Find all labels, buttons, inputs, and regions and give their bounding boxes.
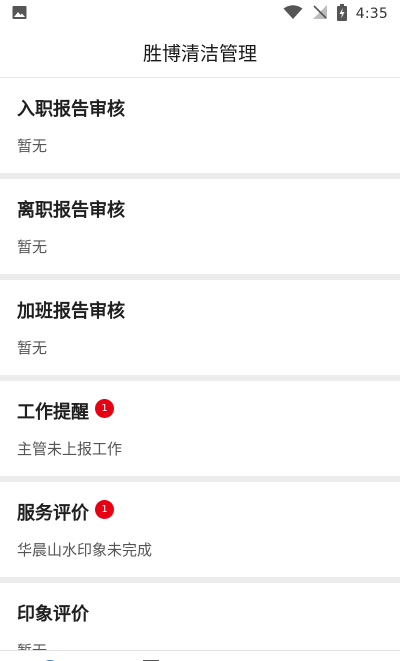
review-list: 入职报告审核 暂无 离职报告审核 暂无 加班报告审核 暂无 工作提醒 1 主管未… bbox=[0, 78, 400, 661]
notification-badge: 1 bbox=[95, 399, 114, 418]
card-title: 印象评价 bbox=[17, 604, 89, 625]
notification-badge: 1 bbox=[95, 500, 114, 519]
no-signal-icon bbox=[312, 4, 328, 24]
status-time: 4:35 bbox=[355, 6, 388, 22]
card-subtitle: 暂无 bbox=[17, 339, 48, 357]
card-resignation-review[interactable]: 离职报告审核 暂无 bbox=[0, 179, 400, 274]
card-title: 入职报告审核 bbox=[17, 99, 125, 120]
wifi-icon bbox=[283, 4, 303, 24]
card-subtitle: 暂无 bbox=[17, 137, 48, 155]
card-work-reminder[interactable]: 工作提醒 1 主管未上报工作 bbox=[0, 381, 400, 476]
home-icon[interactable] bbox=[37, 657, 63, 661]
bottom-nav bbox=[0, 650, 400, 661]
card-service-rating[interactable]: 服务评价 1 华晨山水印象未完成 bbox=[0, 482, 400, 577]
app-header: 胜博清洁管理 bbox=[0, 28, 400, 78]
card-title: 工作提醒 bbox=[17, 402, 89, 423]
card-subtitle: 华晨山水印象未完成 bbox=[17, 541, 153, 559]
card-onboarding-review[interactable]: 入职报告审核 暂无 bbox=[0, 78, 400, 173]
card-subtitle: 暂无 bbox=[17, 238, 48, 256]
status-bar: 4:35 bbox=[0, 0, 400, 28]
user-icon[interactable] bbox=[338, 657, 364, 661]
edit-icon[interactable] bbox=[138, 657, 164, 661]
page-title: 胜博清洁管理 bbox=[142, 43, 257, 65]
card-subtitle: 主管未上报工作 bbox=[17, 440, 123, 458]
card-overtime-review[interactable]: 加班报告审核 暂无 bbox=[0, 280, 400, 375]
card-title: 离职报告审核 bbox=[17, 200, 125, 221]
battery-charging-icon bbox=[336, 3, 347, 25]
app-screen: 4:35 胜博清洁管理 入职报告审核 暂无 离职报告审核 暂无 加班报告审核 暂… bbox=[0, 0, 400, 661]
card-title: 加班报告审核 bbox=[17, 301, 125, 322]
image-icon bbox=[12, 5, 27, 24]
card-title: 服务评价 bbox=[17, 503, 89, 524]
message-icon[interactable] bbox=[238, 657, 264, 661]
